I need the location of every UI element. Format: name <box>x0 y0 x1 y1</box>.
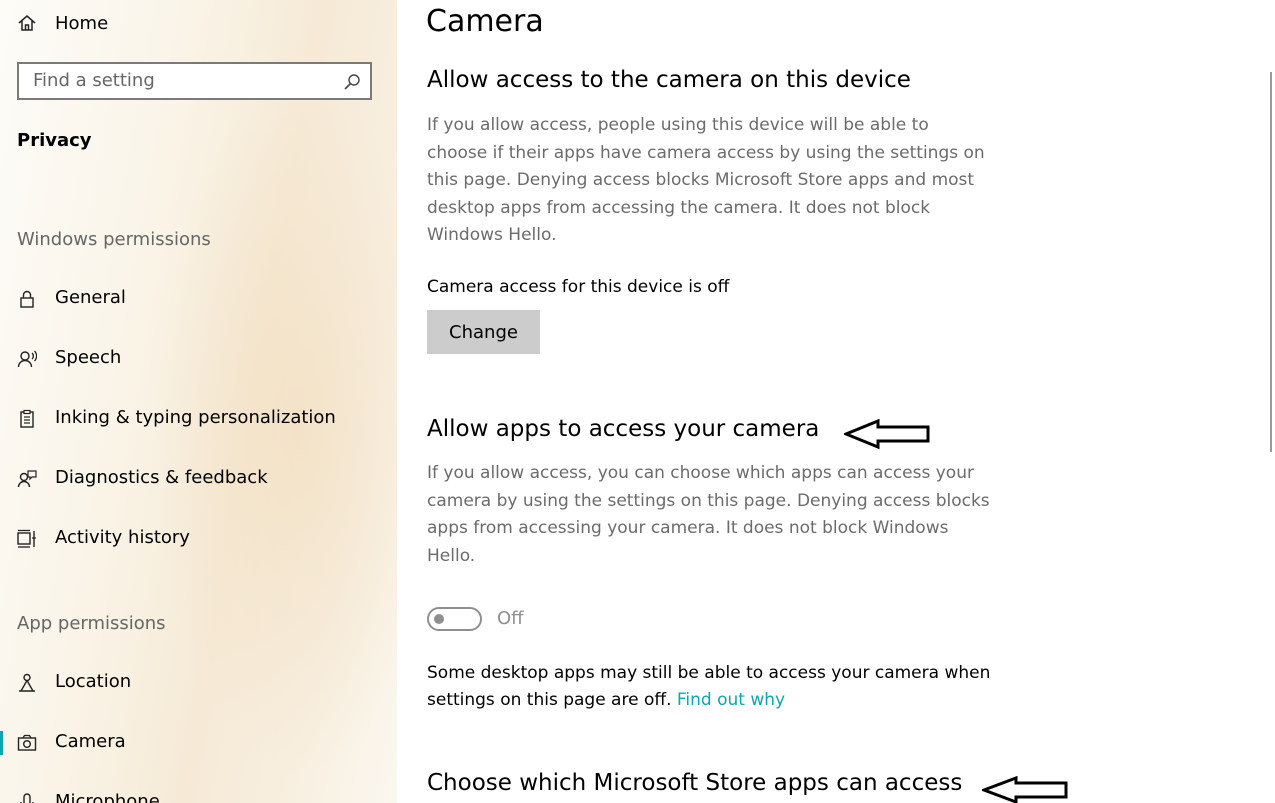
main-content: Camera Allow access to the camera on thi… <box>397 0 1275 803</box>
sidebar-item-microphone[interactable]: Microphone <box>0 783 397 803</box>
sidebar-item-camera[interactable]: Camera <box>0 723 397 763</box>
search-input[interactable] <box>33 70 333 91</box>
group-label-windows-permissions: Windows permissions <box>17 229 211 250</box>
change-button[interactable]: Change <box>427 310 540 354</box>
store-apps-heading: Choose which Microsoft Store apps can ac… <box>427 770 963 796</box>
arrow-annotation-icon <box>982 775 1068 803</box>
scrollbar[interactable] <box>1270 72 1272 452</box>
sidebar-item-label: Microphone <box>55 791 160 803</box>
sidebar-item-label: Location <box>55 671 132 692</box>
desktop-apps-note: Some desktop apps may still be able to a… <box>427 660 997 714</box>
sidebar-home[interactable]: Home <box>17 8 108 38</box>
find-out-why-link[interactable]: Find out why <box>677 690 785 710</box>
selected-indicator <box>0 731 3 755</box>
search-box[interactable] <box>17 62 372 100</box>
sidebar-item-general[interactable]: General <box>0 279 397 319</box>
speech-icon <box>17 350 37 368</box>
location-icon <box>19 673 35 692</box>
device-access-description: If you allow access, people using this d… <box>427 115 985 245</box>
toggle-state-label: Off <box>497 608 524 629</box>
sidebar-home-label: Home <box>55 12 109 34</box>
timeline-icon <box>17 529 36 548</box>
sidebar-item-label: General <box>55 287 126 308</box>
page-title: Camera <box>426 4 544 39</box>
sidebar: Home Privacy Windows permissions General… <box>0 0 397 803</box>
home-icon <box>18 15 36 31</box>
sidebar-item-location[interactable]: Location <box>0 663 397 703</box>
device-access-status: Camera access for this device is off <box>427 277 730 297</box>
sidebar-item-label: Camera <box>55 731 126 752</box>
section-title: Privacy <box>17 130 92 151</box>
sidebar-item-activity-history[interactable]: Activity history <box>0 519 397 559</box>
arrow-annotation-icon <box>844 418 930 450</box>
device-access-heading: Allow access to the camera on this devic… <box>427 67 911 93</box>
sidebar-item-label: Diagnostics & feedback <box>55 467 268 488</box>
lock-icon <box>20 290 34 308</box>
sidebar-item-label: Inking & typing personalization <box>55 407 336 428</box>
clipboard-icon <box>20 409 34 428</box>
feedback-icon <box>17 470 37 488</box>
sidebar-item-speech[interactable]: Speech <box>0 339 397 379</box>
sidebar-item-inking-typing[interactable]: Inking & typing personalization <box>0 399 397 439</box>
camera-icon <box>17 734 37 751</box>
apps-access-toggle[interactable] <box>427 607 482 631</box>
microphone-icon <box>20 793 34 803</box>
sidebar-item-label: Activity history <box>55 527 190 548</box>
apps-access-heading: Allow apps to access your camera <box>427 416 820 442</box>
toggle-knob <box>434 614 444 624</box>
sidebar-item-diagnostics[interactable]: Diagnostics & feedback <box>0 459 397 499</box>
sidebar-item-label: Speech <box>55 347 122 368</box>
apps-access-description: If you allow access, you can choose whic… <box>427 463 990 566</box>
group-label-app-permissions: App permissions <box>17 613 166 634</box>
search-icon[interactable] <box>342 72 362 92</box>
